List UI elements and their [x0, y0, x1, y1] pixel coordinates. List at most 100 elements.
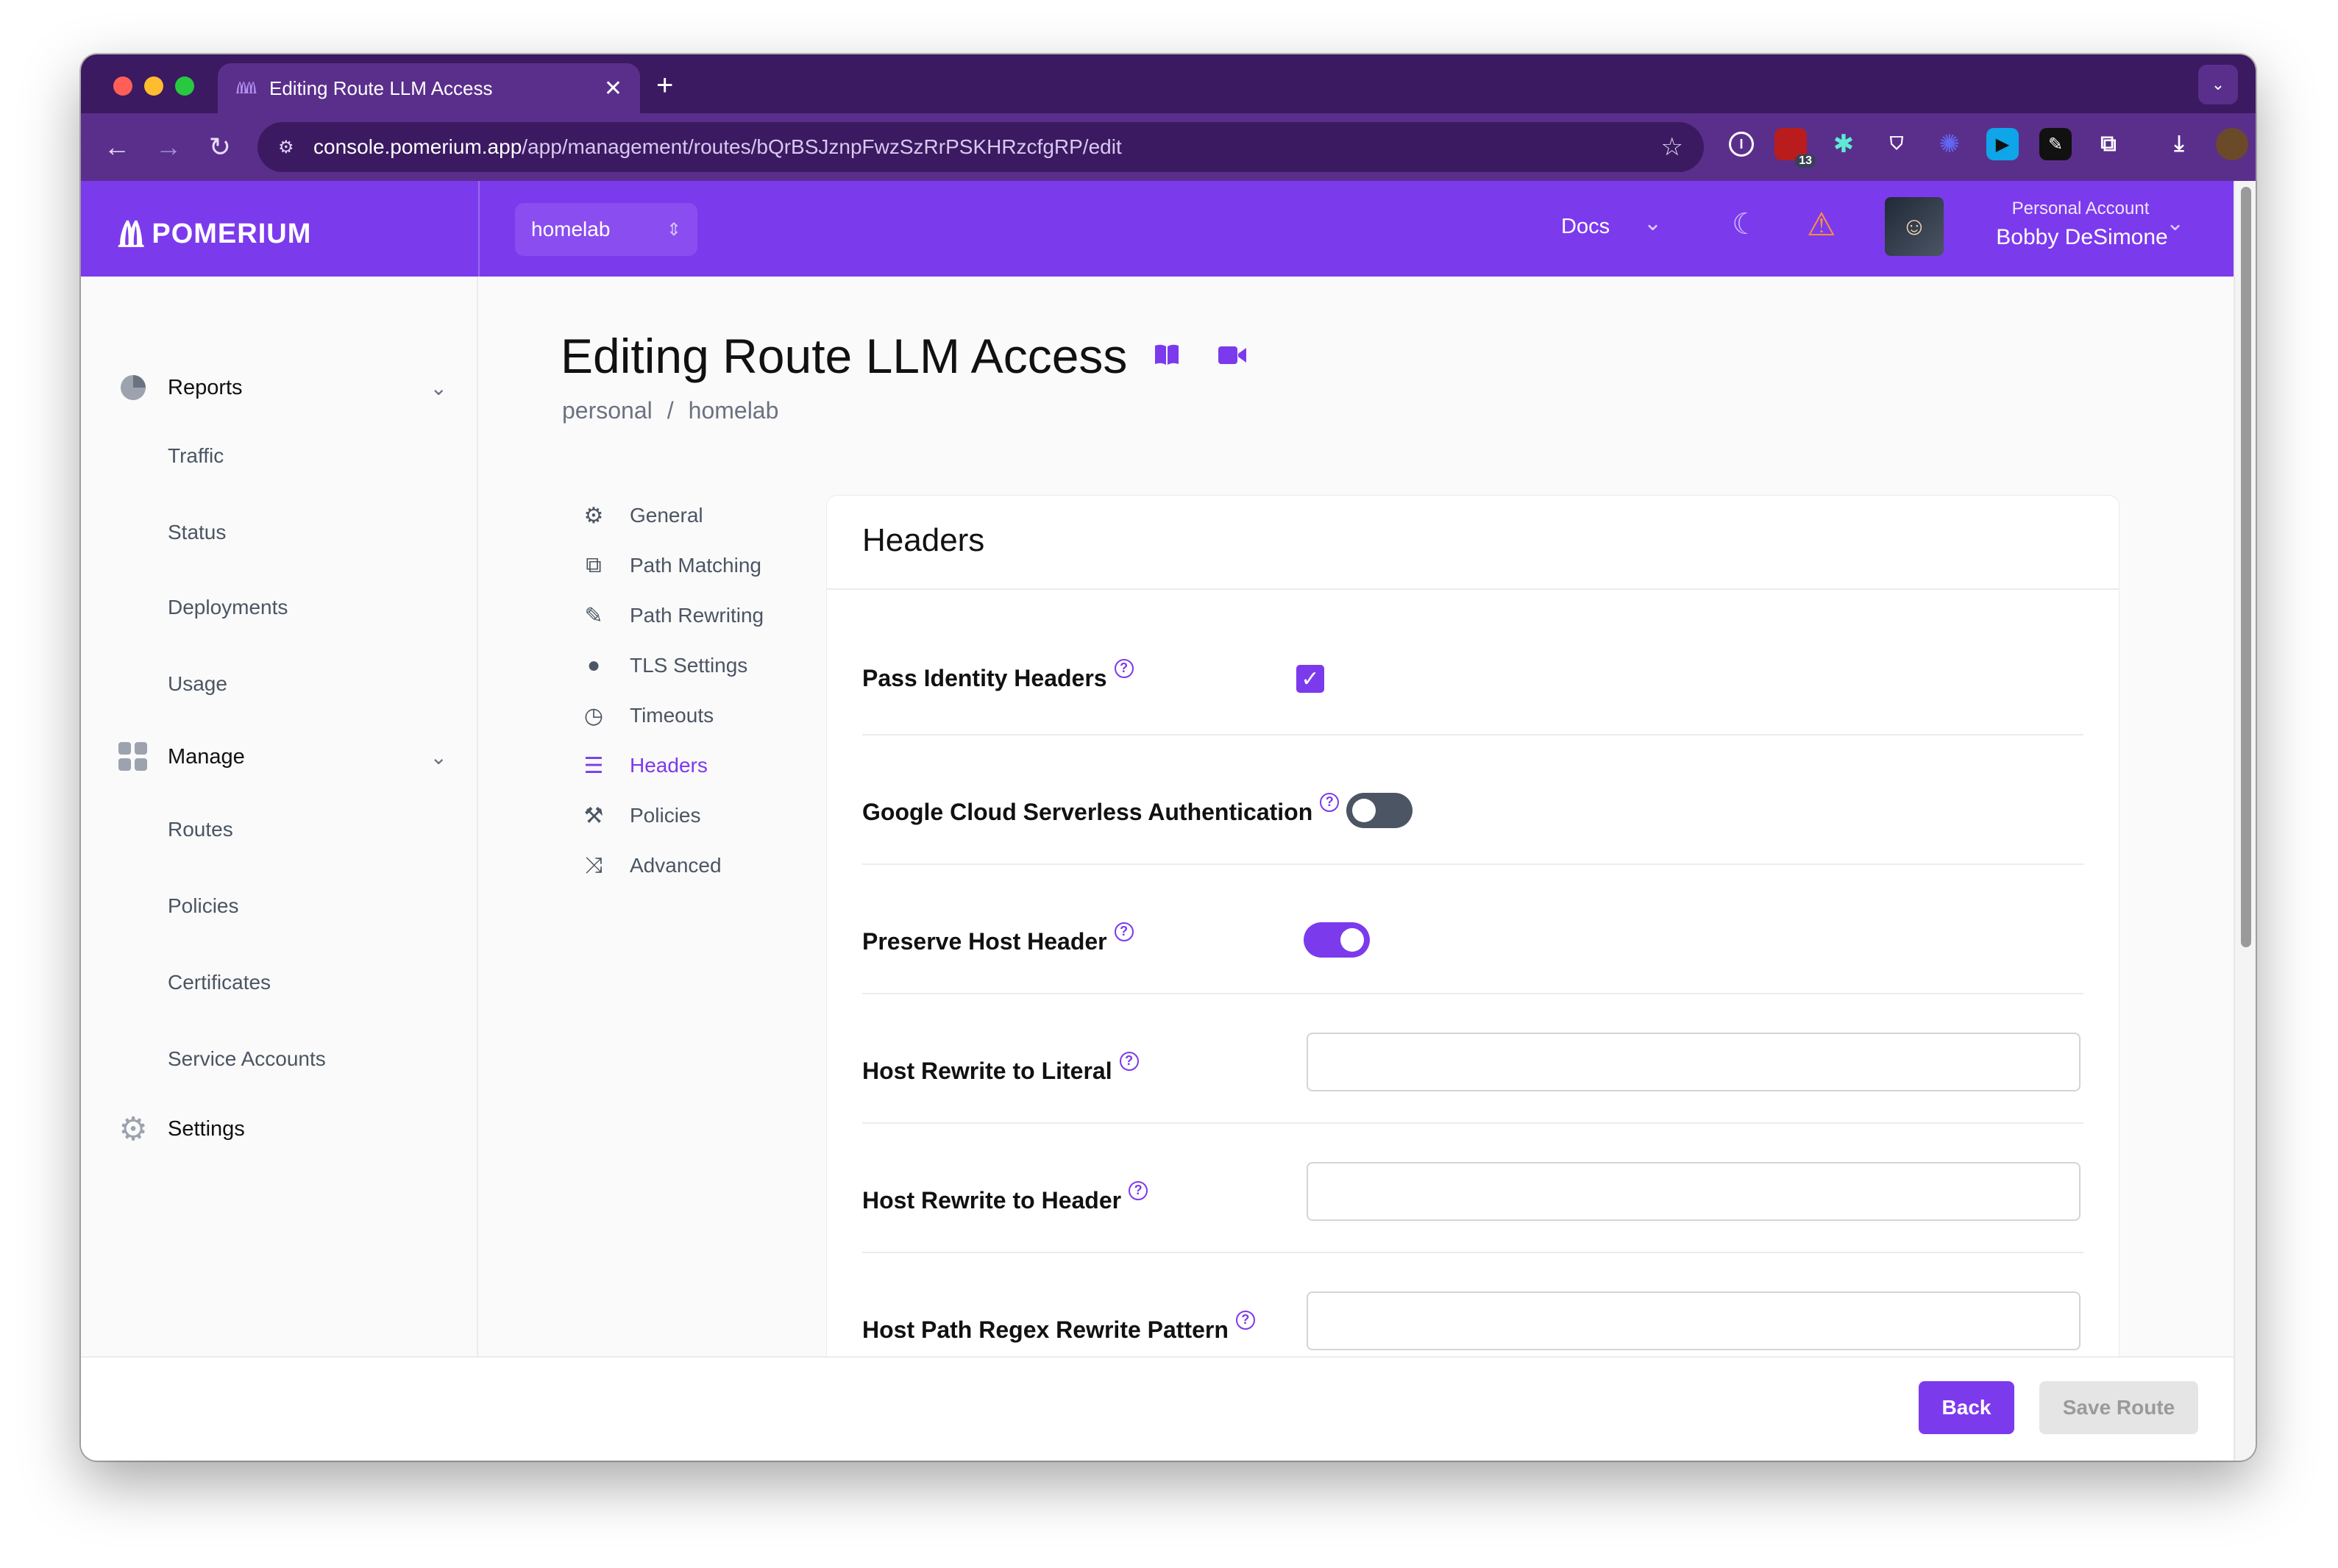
sidebar: Reports ⌄ Traffic Status Deployments Usa…: [81, 277, 478, 1409]
moon-icon[interactable]: ☾: [1732, 207, 1758, 241]
pass-identity-headers-checkbox[interactable]: ✓: [1296, 665, 1324, 693]
site-info-icon[interactable]: ⚙: [278, 137, 313, 158]
new-tab-icon[interactable]: +: [656, 69, 673, 102]
toggle-knob: [1352, 799, 1376, 822]
page-title: Editing Route LLM Access: [561, 328, 1247, 384]
form-footer: Back Save Route: [81, 1356, 2234, 1461]
help-icon[interactable]: ?: [1320, 793, 1340, 812]
extensions-row: I 13 ✱ ⛉ ✺ ▶ ✎ ⧉ ⤓ ⋮: [1729, 128, 2256, 168]
subnav-label: Timeouts: [630, 704, 714, 727]
breadcrumb-separator: /: [667, 397, 674, 424]
browser-tab[interactable]: ⰮⰮ Editing Route LLM Access ✕: [218, 63, 640, 113]
url-path: /app/management/routes/bQrBSJznpFwzSzRrP…: [522, 135, 1122, 158]
headers-card: Headers Pass Identity Headers ? ✓ Google…: [827, 496, 2119, 1409]
subnav-label: Advanced: [630, 854, 722, 877]
host-rewrite-header-input[interactable]: [1307, 1162, 2081, 1221]
divider: [862, 734, 2083, 735]
pen-extension-icon[interactable]: ✎: [2039, 128, 2072, 160]
breadcrumb-item[interactable]: homelab: [689, 397, 779, 424]
host-path-regex-rewrite-pattern-input[interactable]: [1307, 1291, 2081, 1350]
subnav-item-headers[interactable]: ☰ Headers: [581, 746, 802, 785]
sidebar-group-manage[interactable]: Manage ⌄: [116, 740, 447, 774]
video-icon[interactable]: [1218, 340, 1247, 373]
extension-badge-icon[interactable]: 13: [1774, 128, 1816, 168]
sidebar-item-deployments[interactable]: Deployments: [168, 596, 288, 619]
pie-chart-icon: [116, 371, 150, 405]
divider: [827, 588, 2119, 590]
sidebar-item-status[interactable]: Status: [168, 521, 226, 544]
sidebar-item-policies[interactable]: Policies: [168, 894, 238, 918]
address-bar[interactable]: ⚙ console.pomerium.app/app/management/ro…: [257, 122, 1704, 172]
shield-extension-icon[interactable]: ⛉: [1880, 128, 1913, 160]
save-route-button[interactable]: Save Route: [2039, 1381, 2198, 1434]
grid-icon: [116, 740, 150, 774]
help-icon[interactable]: ?: [1114, 922, 1134, 941]
puzzle-extensions-icon[interactable]: ⧉: [2092, 128, 2125, 160]
help-icon[interactable]: ?: [1235, 1311, 1255, 1330]
field-label: Host Path Regex Rewrite Pattern ?: [862, 1311, 1255, 1344]
minimize-window-button[interactable]: [144, 76, 163, 96]
sidebar-item-usage[interactable]: Usage: [168, 672, 227, 696]
field-label-text: Host Rewrite to Header: [862, 1187, 1122, 1214]
scrollbar-thumb[interactable]: [2241, 187, 2251, 947]
subnav-item-tls-settings[interactable]: ● TLS Settings: [581, 646, 802, 685]
reload-icon[interactable]: ↻: [194, 132, 246, 163]
docs-link[interactable]: Docs: [1561, 215, 1610, 239]
breadcrumb-item[interactable]: personal: [562, 397, 653, 424]
sidebar-item-traffic[interactable]: Traffic: [168, 444, 224, 468]
help-icon[interactable]: ?: [1114, 659, 1134, 678]
help-icon[interactable]: ?: [1129, 1181, 1148, 1200]
page-title-text: Editing Route LLM Access: [561, 329, 1128, 383]
password-manager-icon[interactable]: I: [1729, 132, 1754, 157]
pomerium-logo[interactable]: Ⱞ POMERIUM: [118, 212, 311, 257]
field-label-text: Host Path Regex Rewrite Pattern: [862, 1316, 1229, 1343]
header-divider: [478, 181, 480, 277]
window-controls: [113, 76, 194, 96]
preserve-host-header-toggle[interactable]: [1304, 922, 1370, 958]
subnav-item-policies[interactable]: ⚒ Policies: [581, 796, 802, 835]
help-icon[interactable]: ?: [1119, 1052, 1139, 1071]
subnav-item-advanced[interactable]: ⤨ Advanced: [581, 846, 802, 885]
sidebar-item-service-accounts[interactable]: Service Accounts: [168, 1047, 326, 1071]
google-cloud-serverless-auth-toggle[interactable]: [1346, 793, 1413, 828]
subnav-item-path-matching[interactable]: ⧉ Path Matching: [581, 546, 802, 585]
page-scrollbar[interactable]: [2234, 181, 2256, 1461]
bookmark-star-icon[interactable]: ☆: [1661, 132, 1683, 162]
forward-arrow-icon[interactable]: →: [143, 132, 194, 163]
sidebar-item-routes[interactable]: Routes: [168, 818, 233, 841]
warning-icon[interactable]: ⚠: [1807, 206, 1836, 243]
host-rewrite-literal-input[interactable]: [1307, 1033, 2081, 1091]
account-chevron-down-icon[interactable]: ⌄: [2166, 210, 2184, 236]
divider: [862, 1252, 2083, 1253]
avatar[interactable]: ☺: [1885, 197, 1944, 256]
browser-window: ⰮⰮ Editing Route LLM Access ✕ + ⌄ ← → ↻ …: [81, 54, 2256, 1461]
chevron-down-icon[interactable]: ⌄: [1644, 210, 1662, 236]
back-button[interactable]: Back: [1919, 1381, 2014, 1434]
url-host: console.pomerium.app: [313, 135, 522, 158]
back-arrow-icon[interactable]: ←: [91, 132, 143, 163]
cluster-selector[interactable]: homelab ⇕: [515, 203, 697, 256]
sidebar-item-certificates[interactable]: Certificates: [168, 971, 271, 994]
profile-avatar-icon[interactable]: [2216, 128, 2248, 160]
subnav-item-path-rewriting[interactable]: ✎ Path Rewriting: [581, 596, 802, 635]
section-title: Headers: [862, 522, 985, 558]
maximize-window-button[interactable]: [175, 76, 194, 96]
toggle-knob: [1340, 928, 1364, 952]
field-label-text: Host Rewrite to Literal: [862, 1058, 1112, 1084]
sidebar-group-reports[interactable]: Reports ⌄: [116, 371, 447, 405]
sidebar-group-label: Settings: [168, 1116, 245, 1141]
close-window-button[interactable]: [113, 76, 132, 96]
sidebar-group-settings[interactable]: ⚙ Settings: [116, 1111, 447, 1147]
subnav-item-general[interactable]: ⚙ General: [581, 496, 802, 535]
user-name[interactable]: Bobby DeSimone: [1972, 225, 2192, 250]
tab-search-chevron-icon[interactable]: ⌄: [2198, 65, 2238, 104]
download-icon[interactable]: ⤓: [2163, 128, 2195, 160]
close-tab-icon[interactable]: ✕: [604, 76, 622, 101]
book-icon[interactable]: [1154, 340, 1180, 373]
burst-extension-icon[interactable]: ✺: [1933, 128, 1966, 160]
asterisk-extension-icon[interactable]: ✱: [1827, 128, 1860, 160]
extension-badge-count: 13: [1795, 154, 1816, 168]
subnav-item-timeouts[interactable]: ◷ Timeouts: [581, 696, 802, 735]
user-icon: ●: [586, 653, 601, 677]
flag-extension-icon[interactable]: ▶: [1986, 128, 2019, 160]
